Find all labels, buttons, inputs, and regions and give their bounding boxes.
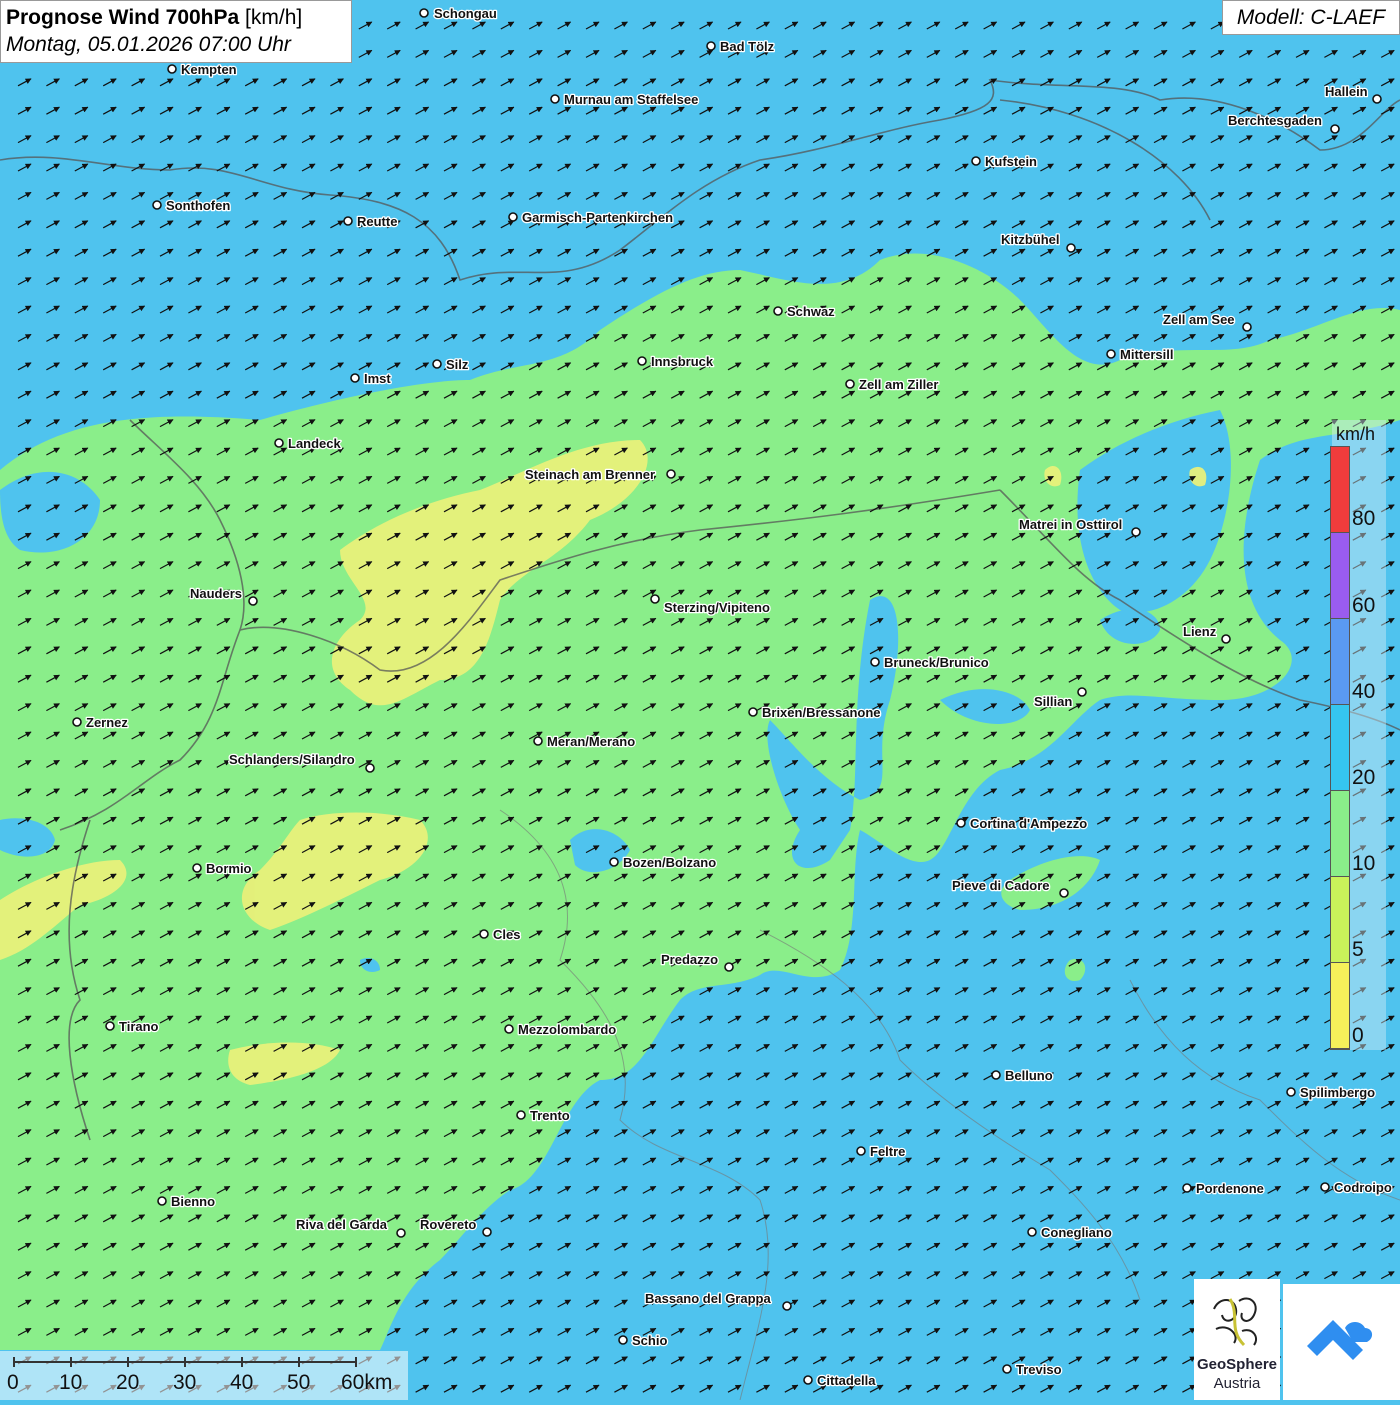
colorbar-segment xyxy=(1331,619,1349,705)
wind-forecast-map: Schongau Bad Tölz Kempten Murnau am Staf… xyxy=(0,0,1400,1400)
city-label: Murnau am Staffelsee xyxy=(564,92,698,107)
city-label: Reutte xyxy=(357,214,397,229)
legend-label-5: 5 xyxy=(1352,938,1364,961)
city-label: Landeck xyxy=(288,436,342,451)
city-label: Nauders xyxy=(190,586,242,601)
city-label: Meran/Merano xyxy=(547,734,635,749)
city-label: Imst xyxy=(364,371,391,386)
colorbar-segment xyxy=(1331,963,1349,1049)
city-label: Pordenone xyxy=(1196,1181,1264,1196)
title-line: Prognose Wind 700hPa [km/h] xyxy=(6,4,346,32)
colorbar-segment xyxy=(1331,791,1349,877)
geosphere-swirl-icon xyxy=(1213,1297,1258,1347)
legend-colorbar xyxy=(1330,446,1350,1050)
city-label: Bozen/Bolzano xyxy=(623,855,716,870)
legend-label-60: 60 xyxy=(1352,594,1376,617)
city-label: Sillian xyxy=(1034,694,1072,709)
city-label: Bassano del Grappa xyxy=(645,1291,771,1306)
city-label: Lienz xyxy=(1183,624,1217,639)
colorbar-segment xyxy=(1331,447,1349,533)
city-label: Spilimbergo xyxy=(1300,1085,1375,1100)
colorbar-segment xyxy=(1331,877,1349,963)
city-label: Garmisch-Partenkirchen xyxy=(522,210,673,225)
city-label: Kempten xyxy=(181,62,237,77)
city-label: Bad Tölz xyxy=(720,39,775,54)
city-label: Silz xyxy=(446,357,469,372)
scale-bar-labels: 0 10 20 30 40 50 60km xyxy=(0,1371,408,1397)
city-label: Hallein xyxy=(1325,84,1368,99)
city-label: Codroipo xyxy=(1334,1180,1392,1195)
legend-label-40: 40 xyxy=(1352,680,1376,703)
scale-label-0: 0 xyxy=(7,1371,19,1394)
scale-label-20: 20 xyxy=(116,1371,140,1394)
city-label: Mittersill xyxy=(1120,347,1173,362)
city-label: Schongau xyxy=(434,6,497,21)
city-label: Berchtesgaden xyxy=(1228,113,1322,128)
city-label: Sterzing/Vipiteno xyxy=(664,600,770,615)
scale-label-10: 10 xyxy=(59,1371,83,1394)
mountain-cloud-icon xyxy=(1307,1320,1373,1360)
logo-name: GeoSphere xyxy=(1196,1356,1278,1373)
city-label: Zell am Ziller xyxy=(859,377,938,392)
scale-label-40: 40 xyxy=(230,1371,254,1394)
city-label: Rovereto xyxy=(420,1217,476,1232)
city-label: Mezzolombardo xyxy=(518,1022,616,1037)
city-label: Sonthofen xyxy=(166,198,230,213)
city-label: Cittadella xyxy=(817,1373,876,1388)
scale-label-50: 50 xyxy=(287,1371,311,1394)
city-label: Schio xyxy=(632,1333,667,1348)
city-label: Brixen/Bressanone xyxy=(762,705,881,720)
city-label: Conegliano xyxy=(1041,1225,1112,1240)
city-label: Trento xyxy=(530,1108,570,1123)
city-label: Innsbruck xyxy=(651,354,714,369)
city-label: Bruneck/Brunico xyxy=(884,655,989,670)
city-label: Zernez xyxy=(86,715,128,730)
legend-label-80: 80 xyxy=(1352,507,1376,530)
city-label: Pieve di Cadore xyxy=(952,878,1050,893)
city-label: Matrei in Osttirol xyxy=(1019,517,1122,532)
city-label: Schwaz xyxy=(787,304,835,319)
city-label: Riva del Garda xyxy=(296,1217,388,1232)
title-main: Prognose Wind 700hPa xyxy=(6,6,240,29)
colorbar-segment xyxy=(1331,533,1349,619)
city-label: Cortina d'Ampezzo xyxy=(970,816,1087,831)
city-label: Bienno xyxy=(171,1194,215,1209)
city-label: Treviso xyxy=(1016,1362,1062,1377)
partner-logo xyxy=(1283,1284,1400,1400)
city-label: Bormio xyxy=(206,861,252,876)
scale-label-60km: 60km xyxy=(341,1371,393,1394)
logo-sub: Austria xyxy=(1213,1375,1261,1392)
model-label: Modell: C-LAEF xyxy=(1222,0,1400,35)
city-label: Kufstein xyxy=(985,154,1037,169)
legend-label-20: 20 xyxy=(1352,766,1376,789)
city-label: Cles xyxy=(493,927,520,942)
city-label: Steinach am Brenner xyxy=(525,467,655,482)
city-label: Predazzo xyxy=(661,952,718,967)
title-box: Prognose Wind 700hPa [km/h] Montag, 05.0… xyxy=(0,0,352,63)
forecast-datetime: Montag, 05.01.2026 07:00 Uhr xyxy=(6,33,291,56)
city-label: Tirano xyxy=(119,1019,159,1034)
city-label: Kitzbühel xyxy=(1001,232,1060,247)
scale-label-30: 30 xyxy=(173,1371,197,1394)
colorbar-segment xyxy=(1331,705,1349,791)
city-label: Belluno xyxy=(1005,1068,1053,1083)
legend-label-0: 0 xyxy=(1352,1024,1364,1047)
city-label: Feltre xyxy=(870,1144,905,1159)
city-label: Schlanders/Silandro xyxy=(229,752,355,767)
legend-unit: km/h xyxy=(1336,424,1376,444)
legend-label-10: 10 xyxy=(1352,852,1376,875)
title-unit: [km/h] xyxy=(245,6,303,29)
city-label: Zell am See xyxy=(1163,312,1235,327)
